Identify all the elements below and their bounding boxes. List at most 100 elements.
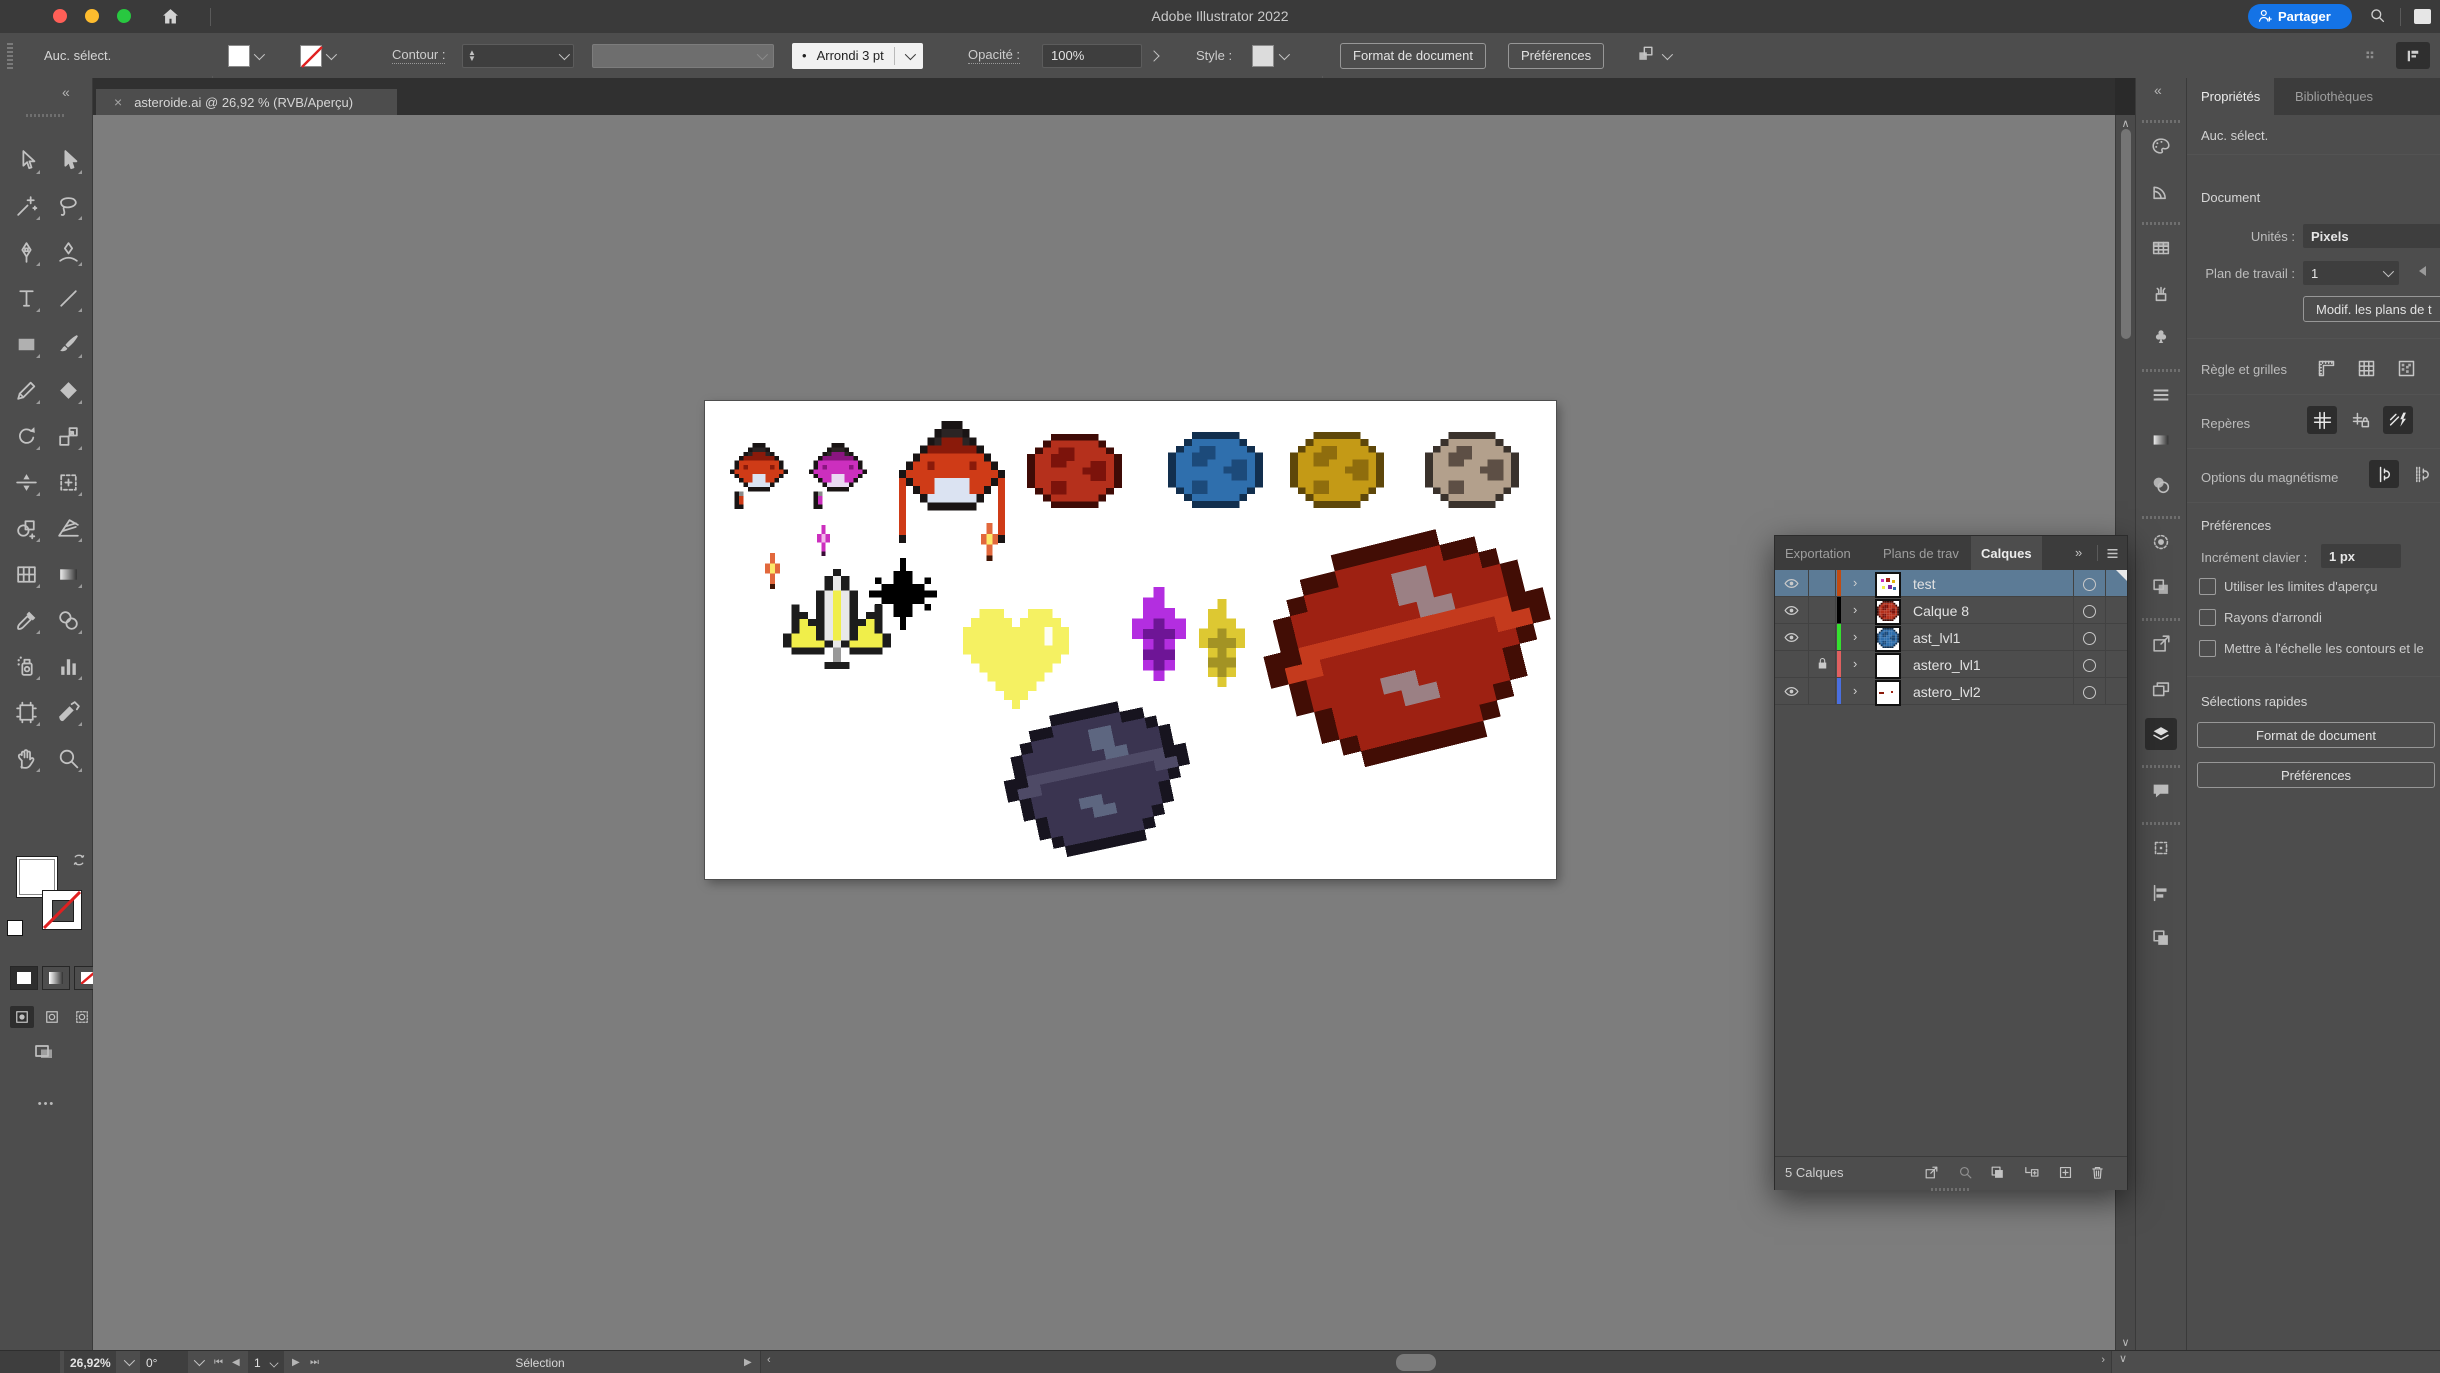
share-button[interactable]: Partager: [2248, 4, 2352, 29]
expand-layer-icon[interactable]: ›: [1853, 683, 1857, 698]
dock-transform-icon[interactable]: [2145, 832, 2177, 864]
sprite-spaceship-red-small[interactable]: [730, 443, 788, 509]
tool-magic-wand[interactable]: [11, 191, 41, 221]
tool-free-transform[interactable]: [53, 467, 83, 497]
collect-for-export-icon[interactable]: [1923, 1164, 1940, 1184]
style-dropdown-chevron[interactable]: [1279, 48, 1290, 59]
arrange-chevron[interactable]: [1662, 48, 1673, 59]
workspace-switcher-icon[interactable]: [2396, 42, 2430, 69]
dock-brushes-icon[interactable]: [2145, 277, 2177, 309]
layer-thumbnail[interactable]: [1875, 653, 1901, 679]
sprite-flame-yellow[interactable]: [1199, 599, 1245, 687]
scroll-right-arrow[interactable]: ›: [2101, 1354, 2105, 1366]
grid-button[interactable]: [2351, 354, 2381, 382]
dock-comments-icon[interactable]: [2145, 775, 2177, 807]
layer-name[interactable]: astero_lvl1: [1913, 657, 1981, 673]
tool-rectangle[interactable]: [11, 329, 41, 359]
panel-toggle-icon[interactable]: [2414, 9, 2431, 24]
tool-symbol-sprayer[interactable]: [11, 651, 41, 681]
rotation-dropdown-chevron[interactable]: [194, 1355, 205, 1366]
units-dropdown[interactable]: Pixels: [2303, 224, 2440, 248]
dock-align-icon[interactable]: [2145, 877, 2177, 909]
stroke-weight-label[interactable]: Contour :: [392, 47, 445, 64]
tool-slice[interactable]: [53, 697, 83, 727]
expand-layer-icon[interactable]: ›: [1853, 656, 1857, 671]
sprite-missile-orange[interactable]: [981, 523, 998, 561]
artboard-dropdown[interactable]: 1: [2303, 261, 2399, 285]
scroll-left-arrow[interactable]: ‹: [767, 1354, 771, 1366]
visibility-eye-icon[interactable]: [1783, 602, 1800, 622]
panel-menu-icon[interactable]: [2105, 546, 2120, 561]
visibility-eye-icon[interactable]: [1783, 629, 1800, 649]
dock-asset-export-icon[interactable]: [2145, 628, 2177, 660]
sprite-spaceship-magenta-small[interactable]: [809, 443, 867, 509]
last-artboard-icon[interactable]: ⏭: [310, 1357, 319, 1368]
dock-gradient-panel-icon[interactable]: [2145, 424, 2177, 456]
next-artboard-icon[interactable]: ▶: [292, 1357, 300, 1368]
make-clipping-mask-icon[interactable]: [1989, 1164, 2006, 1184]
layer-name[interactable]: astero_lvl2: [1913, 684, 1981, 700]
expand-layer-icon[interactable]: ›: [1853, 602, 1857, 617]
sprite-fighter-yellow[interactable]: [783, 569, 891, 669]
layer-row-ast_lvl1[interactable]: ›ast_lvl1: [1775, 624, 2127, 651]
tool-direct-selection[interactable]: [53, 145, 83, 175]
tool-eyedropper[interactable]: [11, 605, 41, 635]
screen-mode-icon[interactable]: [32, 1040, 56, 1067]
tool-pencil[interactable]: [11, 375, 41, 405]
tab-plans-de-travail[interactable]: Plans de trav: [1873, 536, 1971, 570]
edit-artboards-button[interactable]: Modif. les plans de t: [2303, 296, 2440, 322]
layer-thumbnail[interactable]: [1875, 680, 1901, 706]
more-tools-icon[interactable]: •••: [0, 1098, 93, 1110]
drag-handle[interactable]: [7, 43, 13, 69]
status-flyout-icon[interactable]: ▶: [744, 1357, 752, 1368]
search-icon[interactable]: [2368, 6, 2387, 28]
visibility-eye-icon[interactable]: [1783, 575, 1800, 595]
tool-type[interactable]: [11, 283, 41, 313]
graphic-style-swatch[interactable]: [1252, 45, 1274, 67]
swap-fill-stroke-icon[interactable]: [70, 852, 88, 868]
dock-artboards-icon[interactable]: [2145, 673, 2177, 705]
pixel-grid-button[interactable]: [2391, 354, 2421, 382]
eye-icon[interactable]: [1783, 575, 1800, 592]
layer-row-test[interactable]: ›test: [1775, 570, 2127, 597]
stroke-dropdown-chevron[interactable]: [326, 48, 337, 59]
tab-exportation[interactable]: Exportation: [1775, 536, 1873, 570]
tool-line-segment[interactable]: [53, 283, 83, 313]
dock-color-icon[interactable]: [2145, 130, 2177, 162]
tool-paintbrush[interactable]: [53, 329, 83, 359]
layer-target-icon[interactable]: [2083, 605, 2096, 618]
horizontal-scroll-thumb[interactable]: [1396, 1354, 1436, 1371]
dock-transparency-icon[interactable]: [2145, 469, 2177, 501]
opacity-label[interactable]: Opacité :: [968, 47, 1020, 64]
lock-icon[interactable]: [1815, 656, 1830, 671]
sprite-planet-red-ringed[interactable]: [1243, 507, 1574, 784]
tool-shape-builder[interactable]: [11, 513, 41, 543]
tool-selection[interactable]: [11, 145, 41, 175]
draw-normal-mode-button[interactable]: [10, 1006, 34, 1028]
layer-target-icon[interactable]: [2083, 578, 2096, 591]
sprite-heart-yellow[interactable]: [963, 609, 1069, 709]
panel-overflow-arrow[interactable]: [2419, 266, 2426, 276]
default-fill-stroke-icon[interactable]: [7, 920, 23, 936]
new-layer-icon[interactable]: [2057, 1164, 2074, 1184]
layer-row-Calque 8[interactable]: › Calque 8: [1775, 597, 2127, 624]
layer-name[interactable]: test: [1913, 576, 1936, 592]
layer-thumbnail[interactable]: [1875, 572, 1901, 598]
corner-style-dropdown[interactable]: • Arrondi 3 pt: [792, 43, 923, 69]
stroke-color-swatch[interactable]: [300, 45, 322, 67]
layer-name[interactable]: ast_lvl1: [1913, 630, 1960, 646]
tool-width[interactable]: [11, 467, 41, 497]
tool-column-graph[interactable]: [53, 651, 83, 681]
tool-eraser[interactable]: [53, 375, 83, 405]
layer-row-astero_lvl1[interactable]: › astero_lvl1: [1775, 651, 2127, 678]
arrange-icon[interactable]: [1636, 44, 1656, 67]
opacity-input[interactable]: 100%: [1042, 44, 1142, 68]
opacity-flyout-chevron[interactable]: [1148, 50, 1159, 61]
tool-hand[interactable]: [11, 743, 41, 773]
color-mode-fill-button[interactable]: [10, 966, 38, 990]
layer-name[interactable]: Calque 8: [1913, 603, 1969, 619]
snap-grid-button[interactable]: [2407, 460, 2437, 488]
scroll-down-arrow[interactable]: ∨: [2112, 1352, 2134, 1365]
prev-artboard-icon[interactable]: ◀: [232, 1357, 240, 1368]
lock-guides-button[interactable]: [2345, 406, 2375, 434]
